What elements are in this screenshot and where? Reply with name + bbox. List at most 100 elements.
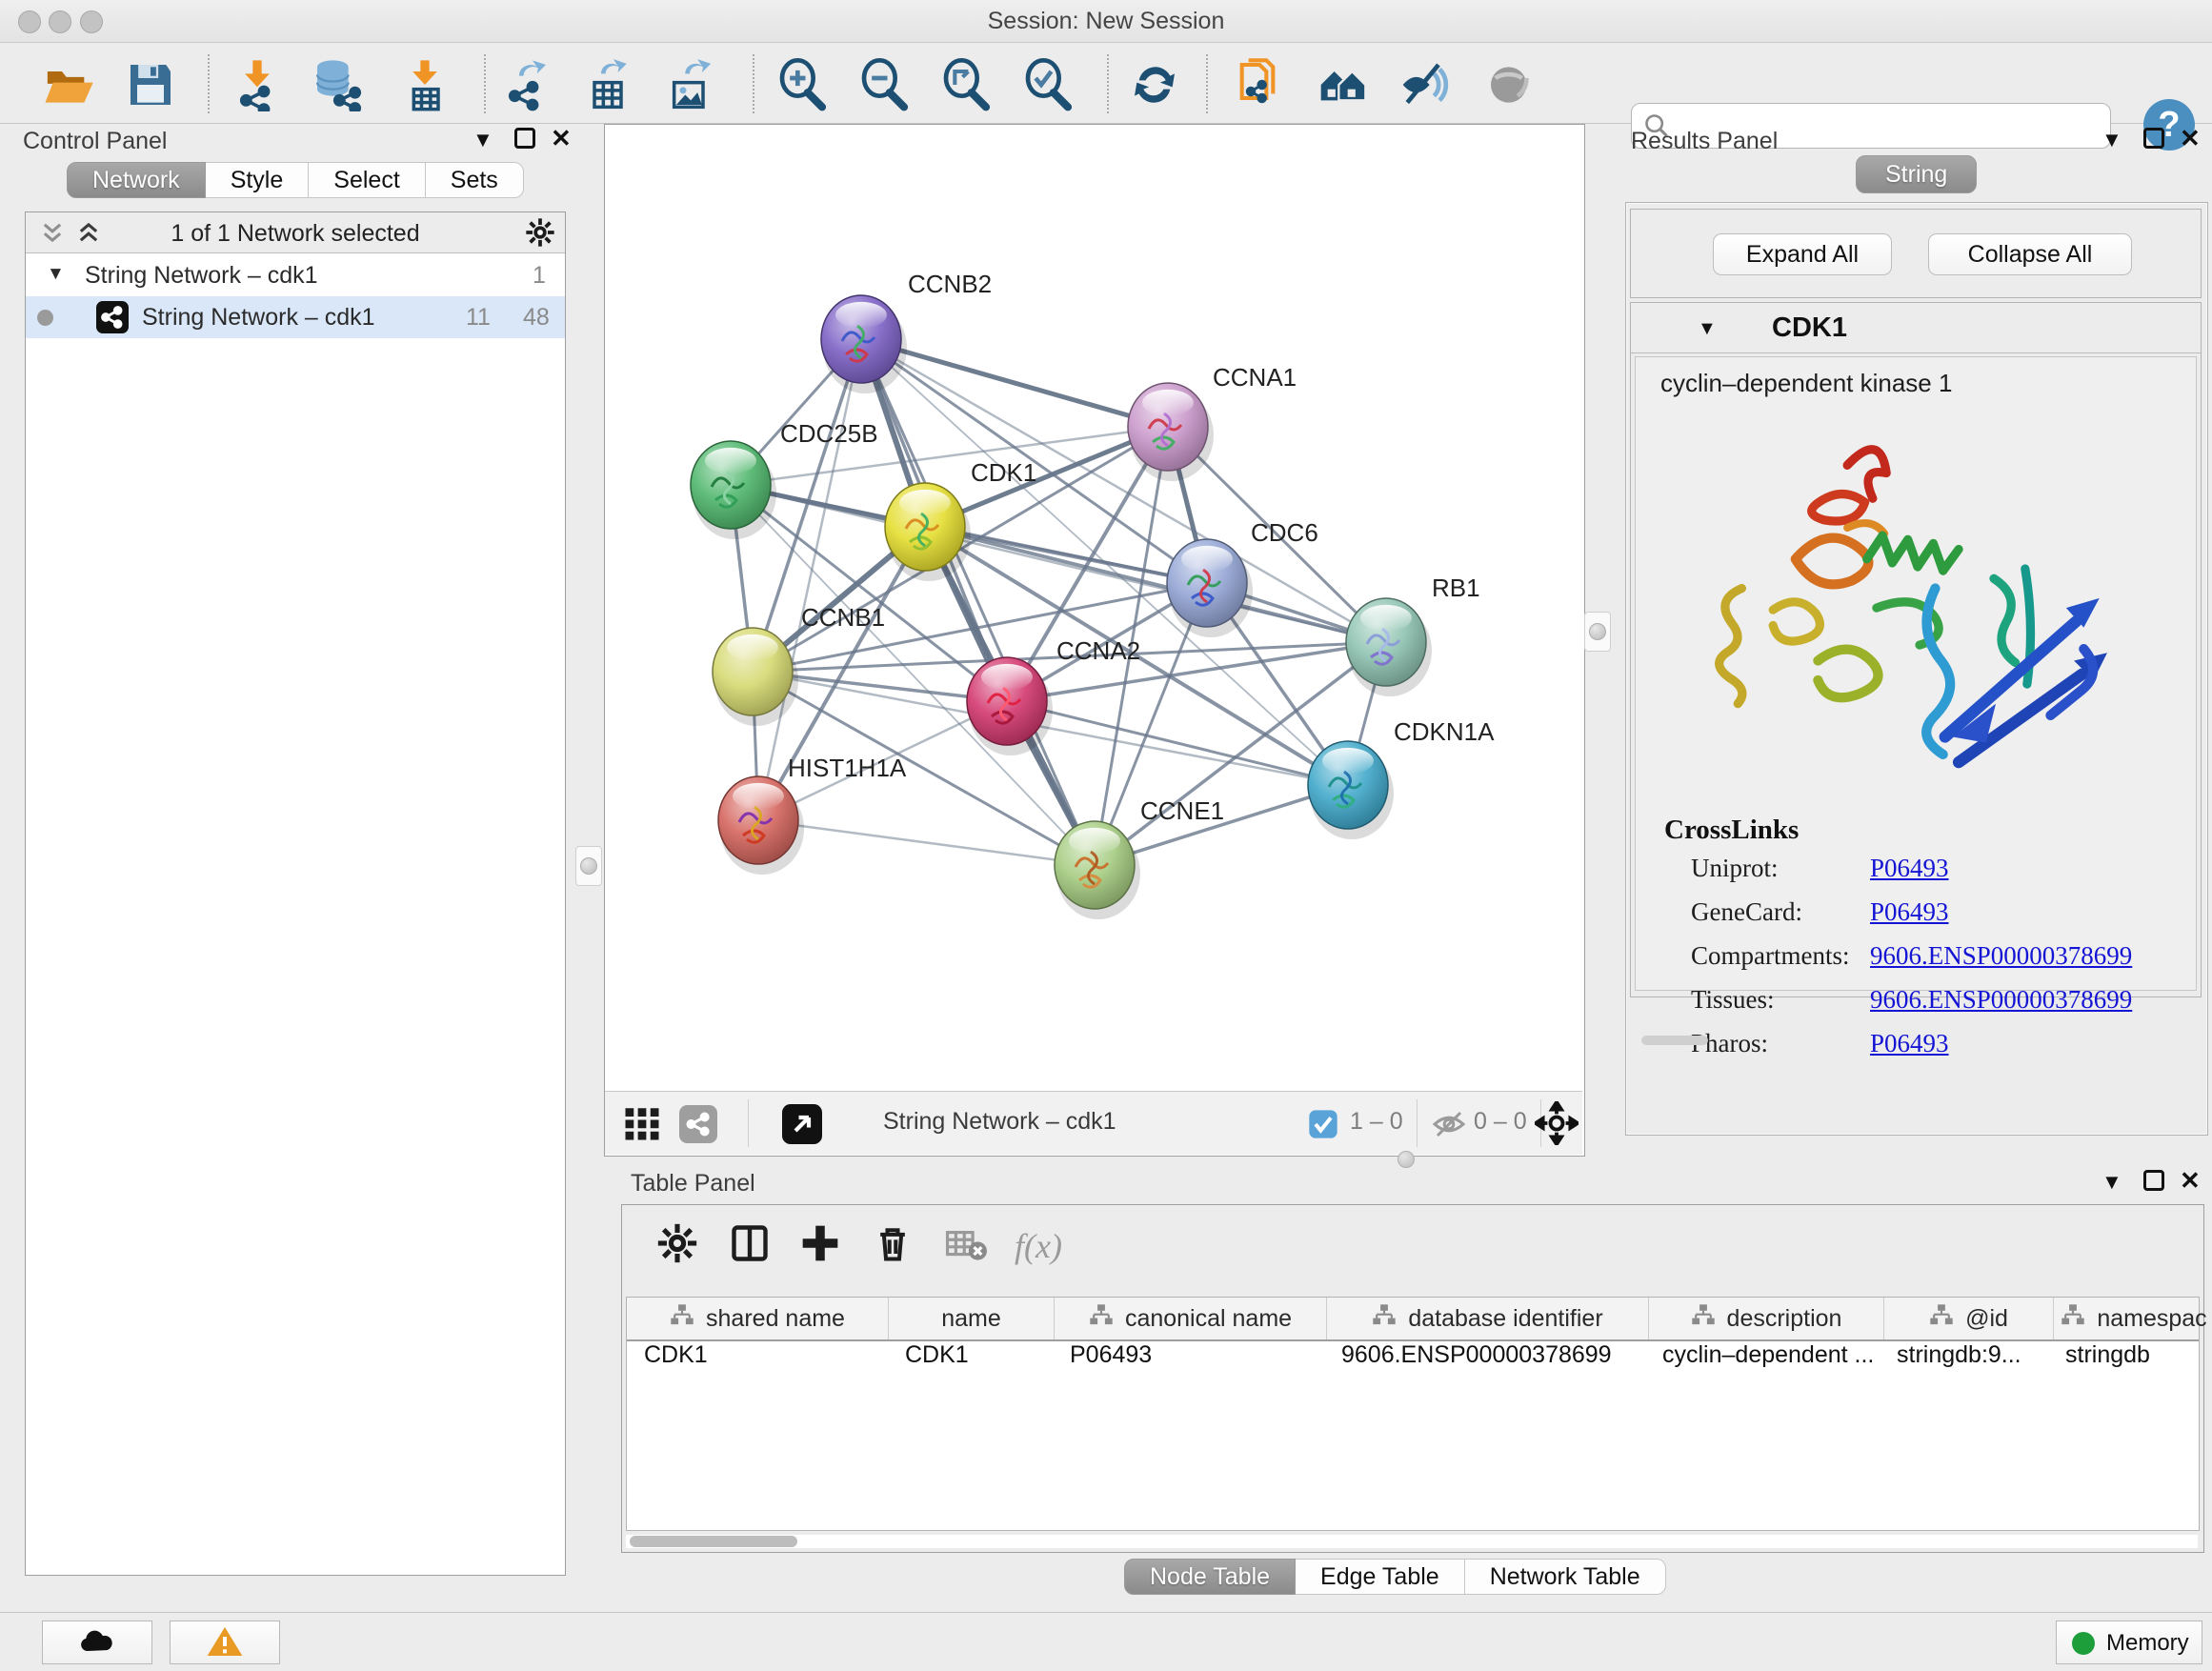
import-network-database-button[interactable] [309,56,366,113]
table-row[interactable]: CDK1CDK1P064939606.ENSP00000378699cyclin… [627,1341,2199,1381]
refresh-button[interactable] [1126,56,1183,113]
network-row-selected[interactable]: String Network – cdk1 11 48 [26,296,565,338]
hide-selected-button[interactable] [1397,56,1454,113]
cloud-status-button[interactable] [42,1621,152,1664]
column-header-@id[interactable]: @id [1884,1298,2054,1339]
show-all-button[interactable] [1482,56,1539,113]
delete-column-icon[interactable] [872,1222,914,1267]
crosslink-value-link[interactable]: 9606.ENSP00000378699 [1870,985,2132,1015]
grid-view-icon[interactable] [622,1103,662,1146]
export-image-button[interactable] [661,56,718,113]
tab-network-table[interactable]: Network Table [1465,1559,1666,1595]
import-network-file-button[interactable] [229,56,286,113]
node-CCNB2[interactable] [821,295,907,393]
column-header-description[interactable]: description [1649,1298,1884,1339]
node-RB1[interactable] [1346,598,1432,696]
column-header-database-identifier[interactable]: database identifier [1327,1298,1649,1339]
table-cell[interactable]: stringdb:9... [1880,1341,2048,1381]
crosslink-value-link[interactable]: P06493 [1870,854,1949,883]
column-namespace-icon [670,1303,694,1335]
panel-menu-icon[interactable]: ▼ [473,128,493,152]
tab-node-table[interactable]: Node Table [1124,1559,1296,1595]
panel-close-icon[interactable]: ✕ [2180,126,2201,151]
pan-crosshair-icon[interactable] [1535,1101,1579,1148]
edge-CCNB2-HIST1H1A[interactable] [758,339,861,820]
column-header-shared-name[interactable]: shared name [627,1298,889,1339]
section-collapse-icon[interactable]: ▼ [1698,318,1717,340]
left-splitter-handle[interactable] [575,846,602,886]
tab-network[interactable]: Network [67,162,206,198]
function-builder-icon[interactable]: f(x) [1015,1226,1062,1266]
zoom-selected-button[interactable] [1019,56,1076,113]
panel-menu-icon[interactable]: ▼ [2101,1170,2122,1195]
node-CCNA1[interactable] [1128,383,1214,481]
protein-section-header[interactable]: ▼ CDK1 [1631,303,2201,353]
panel-menu-icon[interactable]: ▼ [2101,128,2122,152]
delete-table-icon[interactable] [944,1222,988,1269]
tab-edge-table[interactable]: Edge Table [1296,1559,1465,1595]
import-table-file-button[interactable] [396,56,453,113]
gear-icon[interactable] [525,217,555,251]
network-badge-icon[interactable] [679,1105,717,1146]
table-horizontal-scrollbar[interactable] [626,1535,2198,1548]
panel-close-icon[interactable]: ✕ [551,126,572,151]
export-network-button[interactable] [497,56,554,113]
copy-network-button[interactable] [1229,56,1286,113]
table-gear-icon[interactable] [656,1222,698,1267]
protein-details: cyclin–dependent kinase 1 CrossLinks Uni… [1635,356,2197,991]
node-CCNE1[interactable] [1055,821,1140,919]
column-header-canonical-name[interactable]: canonical name [1055,1298,1327,1339]
crosslink-value-link[interactable]: P06493 [1870,1029,1949,1058]
collection-expand-icon[interactable]: ▼ [47,264,65,285]
network-edge-count: 48 [523,304,550,332]
node-CCNA2[interactable] [967,657,1053,755]
scrollbar-thumb[interactable] [630,1536,797,1547]
node-CDC6[interactable] [1167,539,1253,637]
memory-status-button[interactable]: Memory [2056,1621,2202,1664]
column-header-name[interactable]: name [889,1298,1055,1339]
panel-float-icon[interactable] [2143,1170,2164,1191]
edge-HIST1H1A-CCNE1[interactable] [758,820,1095,865]
edge-CCNB2-CCNA1[interactable] [861,339,1168,427]
table-cell[interactable]: cyclin–dependent ... [1645,1341,1880,1381]
right-splitter-handle[interactable] [1584,612,1611,652]
first-neighbors-button[interactable] [1315,56,1372,113]
tab-style[interactable]: Style [206,162,310,198]
export-table-button[interactable] [579,56,636,113]
birdseye-view-icon[interactable] [782,1104,822,1147]
table-cell[interactable]: P06493 [1053,1341,1324,1381]
expand-all-button[interactable]: Expand All [1713,233,1892,275]
split-columns-icon[interactable] [729,1222,771,1267]
network-collection-row[interactable]: ▼ String Network – cdk1 1 [26,254,565,296]
panel-close-icon[interactable]: ✕ [2180,1168,2201,1193]
table-cell[interactable]: stringdb [2048,1341,2208,1381]
edge-CCNB2-CCNE1[interactable] [861,339,1095,865]
tab-sets[interactable]: Sets [426,162,524,198]
table-cell[interactable]: CDK1 [627,1341,888,1381]
tab-select[interactable]: Select [309,162,425,198]
save-session-button[interactable] [122,56,179,113]
column-header-namespac[interactable]: namespac [2054,1298,2212,1339]
table-cell[interactable]: CDK1 [888,1341,1053,1381]
panel-float-icon[interactable] [2143,128,2164,149]
mini-scrollbar-thumb[interactable] [1641,1036,1708,1045]
node-CDKN1A[interactable] [1308,741,1394,839]
node-CDK1[interactable] [885,483,971,581]
tab-string[interactable]: String [1856,155,1977,193]
open-session-button[interactable] [40,56,97,113]
zoom-fit-button[interactable] [937,56,995,113]
hidden-eye-icon[interactable] [1432,1107,1466,1144]
crosslink-value-link[interactable]: 9606.ENSP00000378699 [1870,941,2132,971]
add-column-icon[interactable] [799,1222,841,1267]
selected-checkbox-icon[interactable] [1308,1109,1338,1142]
zoom-out-button[interactable] [855,56,913,113]
node-HIST1H1A[interactable] [718,776,804,875]
zoom-in-button[interactable] [774,56,831,113]
network-canvas[interactable]: CCNB2CCNA1CDC25BCDK1CDC6RB1CCNB1CCNA2CDK… [605,125,1582,1091]
crosslink-value-link[interactable]: P06493 [1870,897,1949,927]
warning-status-button[interactable] [170,1621,280,1664]
panel-float-icon[interactable] [514,128,535,149]
table-cell[interactable]: 9606.ENSP00000378699 [1324,1341,1645,1381]
collapse-all-button[interactable]: Collapse All [1928,233,2132,275]
node-CDC25B[interactable] [691,441,776,539]
